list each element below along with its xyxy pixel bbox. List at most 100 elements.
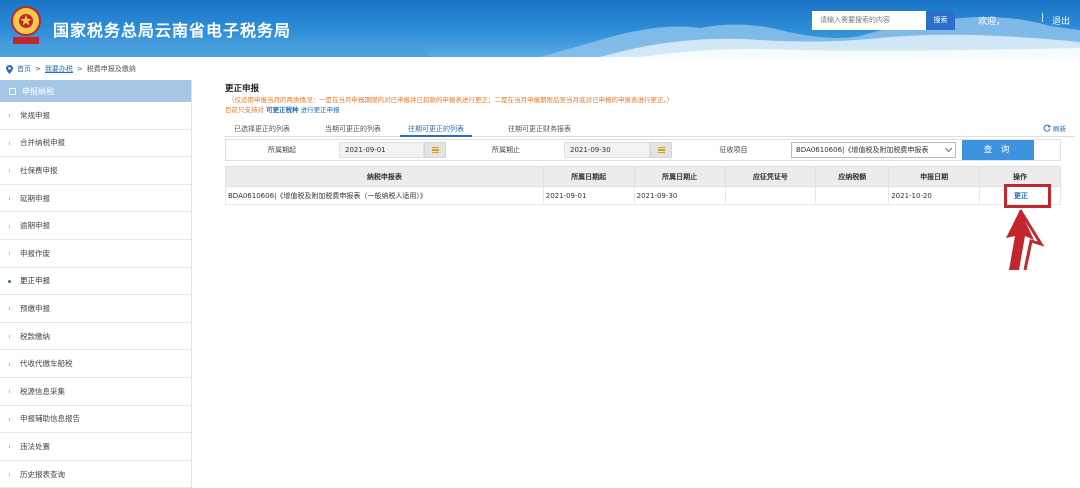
item-label: 征收项目 xyxy=(719,146,748,154)
search-input[interactable]: 请输入需要搜索的内容 xyxy=(812,11,927,30)
breadcrumb-separator: > xyxy=(35,65,41,73)
cell-end: 2021-09-30 xyxy=(633,186,726,205)
location-pin-icon xyxy=(6,64,13,74)
menu-square-icon xyxy=(9,87,16,95)
support-suffix: 进行更正申报 xyxy=(300,106,340,114)
sidebar-item-void[interactable]: 申报作废 xyxy=(0,240,191,268)
refresh-button[interactable]: 刷新 xyxy=(1043,123,1066,133)
sidebar-item-overdue[interactable]: 逾期申报 xyxy=(0,212,191,240)
search-button[interactable]: 搜索 xyxy=(926,11,955,30)
tab-current-list[interactable]: 当期可更正的列表 xyxy=(325,123,381,137)
breadcrumb-separator: > xyxy=(76,65,83,73)
col-date: 申报日期 xyxy=(888,166,981,187)
cell-tax xyxy=(815,186,890,205)
sidebar-item-consolidated[interactable]: 合并纳税申报 xyxy=(0,130,191,158)
bullet-icon xyxy=(8,279,11,283)
sidebar-item-label: 预缴申报 xyxy=(20,303,50,313)
tax-emblem-logo xyxy=(11,6,41,44)
sidebar-item-label: 税源信息采集 xyxy=(20,386,65,396)
period-start-input[interactable]: 2021-09-01 xyxy=(339,142,424,158)
bullet-icon xyxy=(9,141,10,145)
refresh-label: 刷新 xyxy=(1053,125,1066,133)
sidebar-item-deferred[interactable]: 延期申报 xyxy=(0,185,191,213)
table-header-row: 纳税申报表 所属日期起 所属日期止 应征凭证号 应纳税额 申报日期 操作 xyxy=(225,166,1061,187)
bullet-icon xyxy=(9,252,10,256)
sidebar-item-tax-source[interactable]: 税源信息采集 xyxy=(0,378,191,406)
sidebar-header[interactable]: 申报纳税 xyxy=(0,80,191,102)
item-select[interactable]: BDA0610606|《增值税及附加税费申报表 xyxy=(791,142,956,158)
cell-start: 2021-09-01 xyxy=(542,186,635,205)
cell-date: 2021-10-20 xyxy=(888,186,981,205)
col-end: 所属日期止 xyxy=(633,166,726,187)
sidebar-item-label: 税款缴纳 xyxy=(20,331,50,341)
correctable-tax-link[interactable]: 可更正税种 xyxy=(266,106,299,114)
bullet-icon xyxy=(9,362,10,366)
col-voucher: 应征凭证号 xyxy=(724,166,817,187)
site-title: 国家税务总局云南省电子税务局 xyxy=(53,21,292,40)
sidebar-item-prepayment[interactable]: 预缴申报 xyxy=(0,295,191,323)
query-button[interactable]: 查 询 xyxy=(962,140,1034,160)
item-select-value: BDA0610606|《增值税及附加税费申报表 xyxy=(796,146,929,154)
period-end-calendar-button[interactable] xyxy=(650,142,672,158)
period-start-label: 所属期起 xyxy=(268,146,296,154)
sidebar-divider xyxy=(191,80,192,488)
tab-selected-list[interactable]: 已选择更正的列表 xyxy=(234,123,290,137)
sidebar-item-history[interactable]: 历史报表查询 xyxy=(0,461,191,488)
sidebar-item-label: 延期申报 xyxy=(20,193,50,203)
tab-bar: 已选择更正的列表 当期可更正的列表 往期可更正的列表 往期可更正财务报表 xyxy=(225,123,1075,137)
breadcrumb-current: 税费申报及缴纳 xyxy=(86,65,136,73)
sidebar-item-label: 代收代缴车船税 xyxy=(20,359,73,369)
sidebar-item-social-insurance[interactable]: 社保费申报 xyxy=(0,157,191,185)
logout-link[interactable]: 退出 xyxy=(1052,14,1070,27)
annotation-highlight-box xyxy=(1004,184,1051,208)
notice-text: （仅适用申报当月的两类情况：一是在当月申报期限内对已申报并已扣款的申报表进行更正… xyxy=(228,96,674,104)
bullet-icon xyxy=(9,335,10,339)
sidebar-item-label: 违法处置 xyxy=(20,441,50,451)
calendar-icon xyxy=(431,147,439,153)
bullet-icon xyxy=(9,114,10,118)
results-table: 纳税申报表 所属日期起 所属日期止 应征凭证号 应纳税额 申报日期 操作 BDA… xyxy=(225,166,1061,205)
cell-form: BDA0610606|《增值税及附加税费申报表（一般纳税人适用）》 xyxy=(225,186,544,205)
sidebar-item-vehicle-tax[interactable]: 代收代缴车船税 xyxy=(0,350,191,378)
breadcrumb: 首页 > 我要办税 > 税费申报及缴纳 xyxy=(6,64,136,74)
chevron-down-icon xyxy=(944,144,953,153)
sidebar-item-label: 合并纳税申报 xyxy=(20,138,65,148)
bullet-icon xyxy=(9,390,10,394)
bullet-icon xyxy=(9,224,10,228)
sidebar-item-label: 历史报表查询 xyxy=(20,469,65,479)
period-end-input[interactable]: 2021-09-30 xyxy=(564,142,650,158)
sidebar-header-label: 申报纳税 xyxy=(22,86,54,96)
col-start: 所属日期起 xyxy=(542,166,635,187)
support-text: 目前只支持对 可更正税种 进行更正申报 xyxy=(225,104,340,114)
sidebar-item-tax-payment[interactable]: 税款缴纳 xyxy=(0,323,191,351)
col-tax: 应纳税额 xyxy=(815,166,890,187)
page-title: 更正申报 xyxy=(225,84,260,94)
tab-past-list[interactable]: 往期可更正的列表 xyxy=(400,123,472,137)
filter-bar: 所属期起 2021-09-01 所属期止 2021-09-30 征收项目 BDA… xyxy=(225,139,1061,161)
table-row: BDA0610606|《增值税及附加税费申报表（一般纳税人适用）》 2021-0… xyxy=(225,186,1061,205)
period-start-calendar-button[interactable] xyxy=(424,142,446,158)
sidebar-item-label: 申报作废 xyxy=(20,248,50,258)
sidebar-item-label: 逾期申报 xyxy=(20,221,50,231)
sidebar-item-label: 社保费申报 xyxy=(20,165,58,175)
sidebar-item-label: 更正申报 xyxy=(20,276,50,286)
refresh-icon xyxy=(1043,124,1051,132)
bullet-icon xyxy=(9,197,10,201)
sidebar-item-violation[interactable]: 违法处置 xyxy=(0,433,191,461)
annotation-arrow-icon xyxy=(1006,209,1045,271)
cell-voucher xyxy=(724,186,817,205)
bullet-icon xyxy=(9,417,10,421)
tab-past-financial[interactable]: 往期可更正财务报表 xyxy=(508,123,571,137)
breadcrumb-mytax[interactable]: 我要办税 xyxy=(45,64,73,74)
sidebar-item-correction[interactable]: 更正申报 xyxy=(0,268,191,296)
sidebar: 申报纳税 常规申报 合并纳税申报 社保费申报 延期申报 逾期申报 申报作废 更正… xyxy=(0,80,191,488)
bullet-icon xyxy=(9,473,10,477)
site-header: 国家税务总局云南省电子税务局 请输入需要搜索的内容 搜索 欢迎， | 退出 xyxy=(0,0,1080,57)
sidebar-item-aux-report[interactable]: 申报辅助信息报告 xyxy=(0,406,191,434)
bullet-icon xyxy=(9,169,10,173)
sidebar-item-regular[interactable]: 常规申报 xyxy=(0,102,191,130)
breadcrumb-home[interactable]: 首页 xyxy=(17,64,31,74)
sidebar-item-label: 申报辅助信息报告 xyxy=(20,414,80,424)
bullet-icon xyxy=(9,307,10,311)
period-end-label: 所属期止 xyxy=(492,146,520,154)
